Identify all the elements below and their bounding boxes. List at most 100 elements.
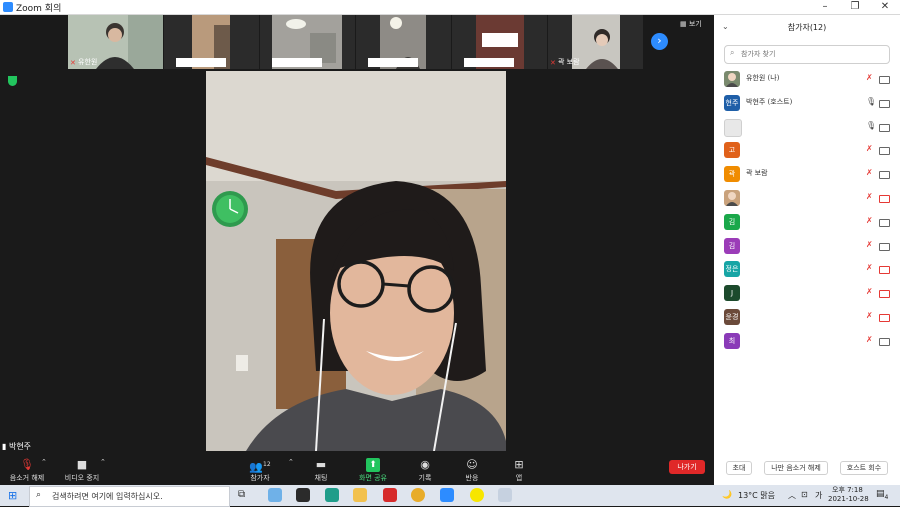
thumbnail-name: 곽 보람: [558, 58, 580, 66]
security-shield-icon[interactable]: [8, 76, 17, 86]
participant-row[interactable]: 현주 박현주 (호스트) 🎙: [714, 91, 900, 115]
panel-title: 참가자(12): [787, 23, 827, 32]
camera-icon[interactable]: [879, 123, 890, 132]
next-page-button[interactable]: ›: [651, 33, 668, 50]
mic-off-icon: 🎙: [20, 458, 34, 471]
kakaotalk-icon[interactable]: [470, 488, 484, 502]
participant-row[interactable]: 고 ✗: [714, 138, 900, 162]
chat-button[interactable]: ▬ 채팅: [291, 458, 351, 483]
mic-muted-icon[interactable]: ✗: [866, 144, 873, 153]
muted-mic-icon: ✕: [70, 59, 76, 67]
maximize-button[interactable]: ❐: [840, 0, 870, 14]
camera-off-icon[interactable]: [879, 194, 890, 203]
participant-thumbnail[interactable]: [260, 15, 355, 69]
taskbar-search[interactable]: ⌕ 검색하려면 여기에 입력하십시오.: [29, 486, 230, 507]
reclaim-host-button[interactable]: 호스트 회수: [840, 461, 888, 475]
paint-app-icon[interactable]: [498, 488, 512, 502]
participants-button[interactable]: 👥12 참가자 ⌃: [230, 458, 294, 483]
share-screen-button[interactable]: ⬆ 화면 공유: [343, 458, 403, 483]
mic-muted-icon[interactable]: ✗: [866, 240, 873, 249]
mic-muted-icon[interactable]: ✗: [866, 168, 873, 177]
zoom-app-icon: [3, 2, 13, 12]
participants-panel: ⌄ 참가자(12) ⌕ 유한원 (나)✗현주박현주 (호스트)🎙🎙고✗곽곽 보람…: [714, 15, 900, 485]
mic-muted-icon[interactable]: ✗: [866, 192, 873, 201]
participant-row[interactable]: 김 ✗: [714, 234, 900, 258]
participant-thumbnail[interactable]: [356, 15, 451, 69]
mic-icon[interactable]: 🎙: [866, 121, 876, 130]
participant-row[interactable]: 유한원 (나) ✗: [714, 67, 900, 91]
video-options-caret[interactable]: ⌃: [100, 458, 106, 466]
participant-row[interactable]: 김 ✗: [714, 210, 900, 234]
network-icon[interactable]: ⊡: [801, 490, 808, 499]
participant-thumbnail[interactable]: [164, 15, 259, 69]
speaker-name-label: ▮ 박현주: [2, 441, 31, 452]
weather-text[interactable]: 13°C 맑음: [738, 490, 775, 501]
participant-row[interactable]: 윤경 ✗: [714, 305, 900, 329]
windows-taskbar: ⊞ ⌕ 검색하려면 여기에 입력하십시오. ⧉ 🌙 13°C 맑음 ︿ ⊡ 가 …: [0, 485, 900, 507]
view-label: 보기: [688, 20, 702, 28]
mic-muted-icon[interactable]: ✗: [866, 287, 873, 296]
clock-time[interactable]: 오후 7:18: [832, 485, 863, 495]
participant-row[interactable]: ✗: [714, 186, 900, 210]
tray-expand-icon[interactable]: ︿: [788, 490, 796, 501]
grid-icon: ▦: [680, 20, 689, 28]
minimize-button[interactable]: –: [810, 0, 840, 14]
mic-muted-icon[interactable]: ✗: [866, 73, 873, 82]
camera-icon[interactable]: [879, 99, 890, 108]
participant-thumbnail[interactable]: [452, 15, 547, 69]
camera-icon[interactable]: [879, 76, 890, 84]
zoom-taskbar-icon[interactable]: [440, 488, 454, 502]
store-icon[interactable]: [296, 488, 310, 502]
participant-row[interactable]: 최 ✗: [714, 329, 900, 353]
clock-date[interactable]: 2021-10-28: [828, 495, 869, 503]
mute-options-caret[interactable]: ⌃: [41, 458, 47, 466]
camera-off-icon[interactable]: [879, 313, 890, 322]
chat-label: 채팅: [314, 474, 328, 482]
participant-search[interactable]: ⌕: [724, 45, 890, 64]
notification-icon[interactable]: ▤4: [876, 489, 888, 501]
camera-icon[interactable]: [879, 218, 890, 227]
edge-browser-icon[interactable]: [325, 488, 339, 502]
invite-button[interactable]: 초대: [726, 461, 752, 475]
window-title: Zoom 회의: [16, 4, 62, 14]
weather-icon[interactable]: 🌙: [722, 490, 732, 499]
unmute-me-button[interactable]: 나만 음소거 해제: [764, 461, 828, 475]
participant-thumbnail[interactable]: ✕ 곽 보람: [548, 15, 643, 69]
task-view-icon[interactable]: ⧉: [238, 489, 245, 500]
ime-language[interactable]: 가: [815, 490, 822, 501]
camera-icon[interactable]: [879, 337, 890, 346]
participant-row[interactable]: 곽 곽 보람 ✗: [714, 162, 900, 186]
participant-row[interactable]: 🎙: [714, 115, 900, 139]
mic-muted-icon[interactable]: ✗: [866, 263, 873, 272]
participant-avatar: [724, 118, 742, 137]
participant-row[interactable]: 정은 ✗: [714, 257, 900, 281]
ie-browser-icon[interactable]: [268, 488, 282, 502]
camera-icon[interactable]: [879, 147, 890, 156]
view-toggle[interactable]: ▦ 보기: [680, 19, 702, 29]
camera-icon[interactable]: [879, 171, 890, 180]
video-button[interactable]: ■ 비디오 중지 ⌃: [52, 458, 112, 483]
participant-list: 유한원 (나) ✗ 현주 박현주 (호스트) 🎙 🎙 고 ✗ 곽 곽 보람 ✗ ✗ 김 ✗ 김 ✗ 정은 ✗ J ✗ 윤…: [714, 67, 900, 353]
camera-icon[interactable]: [879, 242, 890, 251]
mic-muted-icon[interactable]: ✗: [866, 216, 873, 225]
camera-off-icon[interactable]: [879, 266, 890, 275]
participant-name: 곽 보람: [746, 169, 768, 178]
participant-search-input[interactable]: [741, 47, 881, 61]
participant-thumbnail[interactable]: ✕ 유한원: [68, 15, 163, 69]
chrome-browser-icon[interactable]: [411, 488, 425, 502]
camera-off-icon[interactable]: [879, 290, 890, 299]
participants-label: 참가자: [250, 474, 270, 482]
participant-avatar: 김: [724, 237, 740, 254]
mic-icon[interactable]: 🎙: [866, 97, 876, 106]
participant-row[interactable]: J ✗: [714, 281, 900, 305]
mic-muted-icon[interactable]: ✗: [866, 311, 873, 320]
leave-meeting-button[interactable]: 나가기: [669, 460, 705, 474]
mute-button[interactable]: 🎙 음소거 해제 ⌃: [0, 458, 57, 483]
windows-start-icon[interactable]: ⊞: [8, 489, 17, 502]
apps-button[interactable]: ⊞ 앱: [489, 458, 549, 483]
file-explorer-icon[interactable]: [353, 488, 367, 502]
acrobat-icon[interactable]: [383, 488, 397, 502]
mic-muted-icon[interactable]: ✗: [866, 335, 873, 344]
chat-icon: ▬: [315, 458, 327, 471]
close-button[interactable]: ✕: [870, 0, 900, 14]
